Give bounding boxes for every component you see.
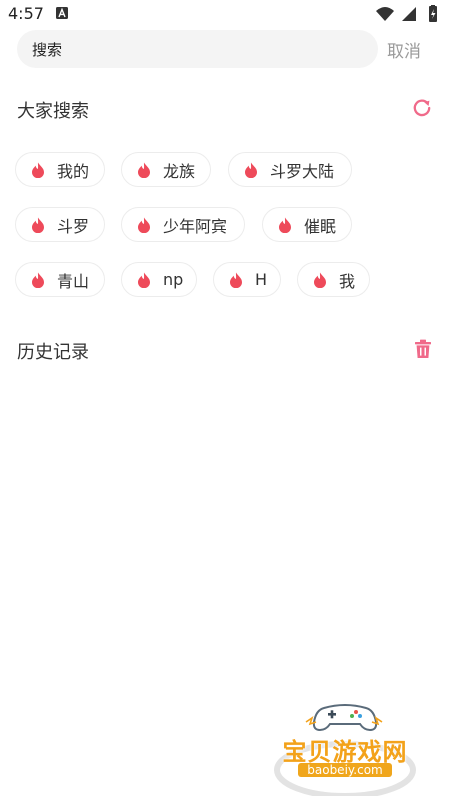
hot-search-chip[interactable]: 我的 <box>15 152 105 187</box>
flame-icon <box>138 162 150 178</box>
signal-icon <box>402 7 416 21</box>
hot-search-chip[interactable]: 少年阿宾 <box>121 207 245 242</box>
status-icons <box>376 5 437 22</box>
hot-search-chip[interactable]: H <box>213 262 281 297</box>
chip-label: 青山 <box>57 271 90 291</box>
history-title: 历史记录 <box>17 342 89 363</box>
chip-label: 我 <box>339 271 356 291</box>
flame-icon <box>279 217 291 233</box>
hot-search-chip[interactable]: 催眠 <box>262 207 352 242</box>
chip-label: 斗罗大陆 <box>270 161 335 181</box>
flame-icon <box>32 217 44 233</box>
flame-icon <box>32 162 44 178</box>
trash-icon[interactable] <box>412 338 434 360</box>
flame-icon <box>230 272 242 288</box>
hot-search-chip[interactable]: 斗罗大陆 <box>228 152 352 187</box>
watermark-logo: 宝贝游戏网 baobeiy.com <box>270 700 420 796</box>
flame-icon <box>245 162 257 178</box>
gamepad-icon <box>312 704 378 732</box>
watermark-domain: baobeiy.com <box>298 763 392 777</box>
chip-label: 催眠 <box>304 216 337 236</box>
hot-search-chip[interactable]: 斗罗 <box>15 207 105 242</box>
chip-label: 我的 <box>57 161 90 181</box>
hot-search-chip[interactable]: np <box>121 262 197 297</box>
notification-a-icon <box>56 7 68 19</box>
flame-icon <box>138 272 150 288</box>
wifi-icon <box>376 7 394 21</box>
watermark-name: 宝贝游戏网 <box>282 738 408 766</box>
hot-search-chip[interactable]: 我 <box>297 262 370 297</box>
flame-icon <box>32 272 44 288</box>
flame-icon <box>314 272 326 288</box>
cancel-button[interactable]: 取消 <box>387 36 421 62</box>
status-time: 4:57 <box>8 4 44 23</box>
hot-searches-title: 大家搜索 <box>17 101 89 122</box>
search-input[interactable] <box>17 30 378 68</box>
hot-search-chip[interactable]: 青山 <box>15 262 105 297</box>
chip-label: np <box>163 270 184 289</box>
chip-label: 斗罗 <box>57 216 90 236</box>
battery-icon <box>429 5 437 22</box>
hot-search-chip[interactable]: 龙族 <box>121 152 211 187</box>
search-page: 4:57 取消 大家搜索 我的 龙 <box>0 0 450 800</box>
refresh-icon[interactable] <box>411 97 433 119</box>
chip-label: 龙族 <box>163 161 196 181</box>
flame-icon <box>138 217 150 233</box>
chip-label: H <box>255 270 268 289</box>
status-bar: 4:57 <box>0 0 450 28</box>
chip-label: 少年阿宾 <box>163 216 228 236</box>
